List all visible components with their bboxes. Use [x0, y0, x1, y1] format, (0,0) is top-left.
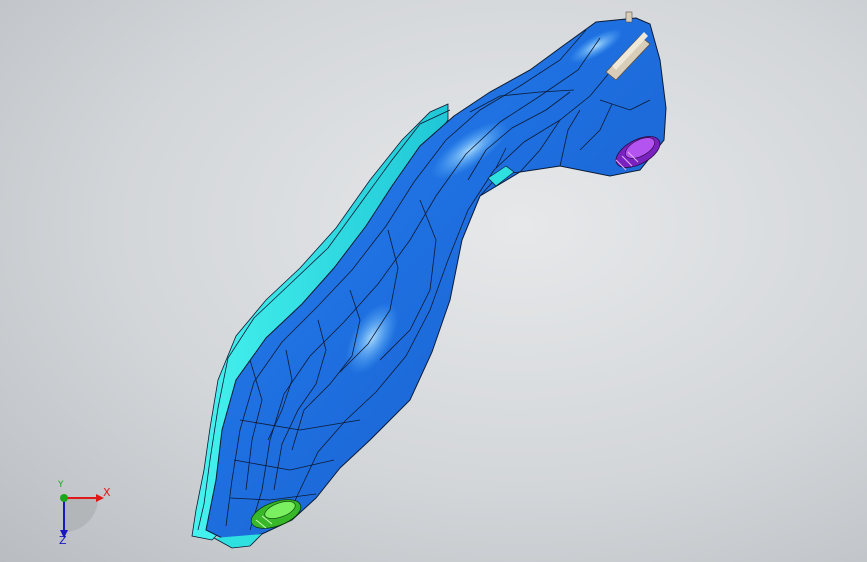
axis-z-label: Z: [59, 534, 67, 547]
graphics-viewport[interactable]: X Y Z: [0, 0, 867, 562]
3d-model-view[interactable]: [0, 0, 867, 562]
coordinate-triad: X Y Z: [44, 478, 114, 548]
axis-x-label: X: [103, 486, 111, 499]
axis-y-label: Y: [58, 480, 64, 490]
control-arm-body[interactable]: [205, 17, 667, 541]
